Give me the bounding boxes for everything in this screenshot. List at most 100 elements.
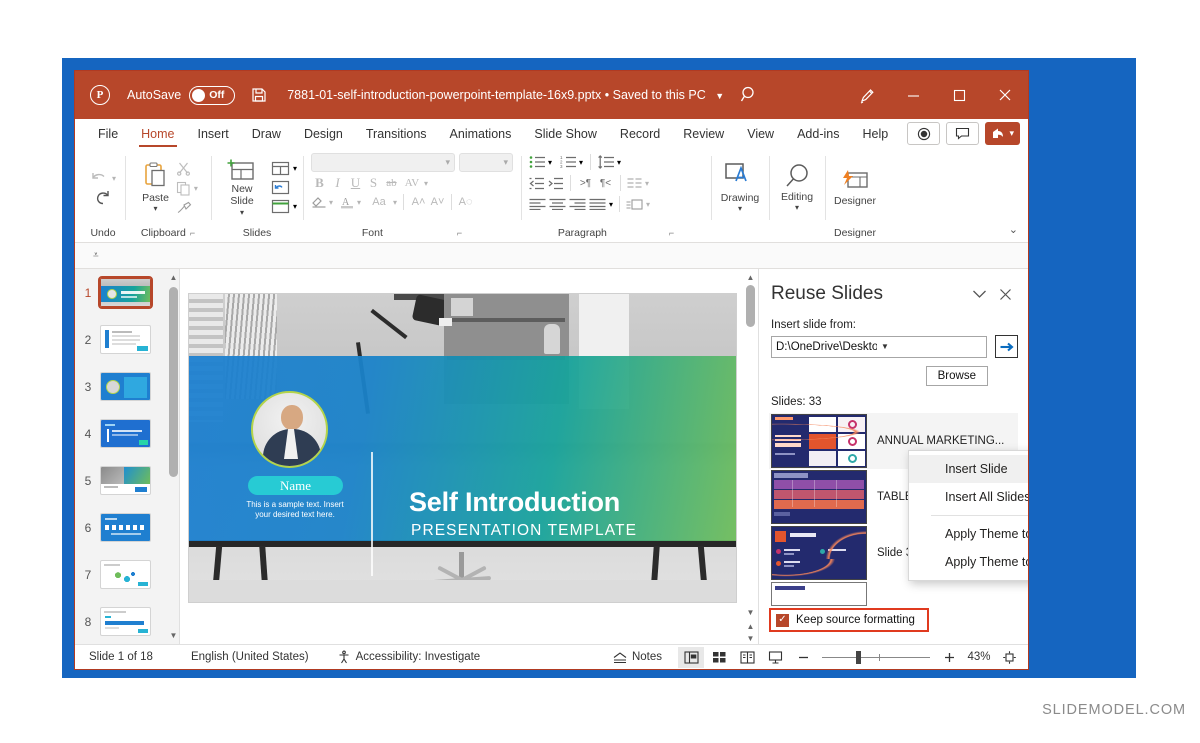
justify-button[interactable] [589, 198, 606, 210]
zoom-level[interactable]: 43% [964, 651, 994, 663]
decrease-indent-button[interactable] [529, 177, 545, 190]
redo-button[interactable] [94, 189, 113, 206]
previous-slide-icon[interactable]: ▲ [745, 622, 756, 632]
clipboard-dialog-launcher-icon[interactable]: ⌐ [190, 228, 195, 238]
layout-caret-icon[interactable]: ▾ [293, 164, 297, 173]
close-icon[interactable] [992, 281, 1018, 307]
thumbnail-item-4[interactable]: 4 [75, 410, 179, 457]
designer-button[interactable]: Designer [830, 167, 880, 209]
character-spacing-caret-icon[interactable]: ▾ [424, 179, 428, 188]
thumbnail-scrollbar[interactable]: ▲ ▼ [169, 273, 178, 640]
zoom-out-button[interactable] [790, 647, 816, 668]
scroll-up-arrow-icon[interactable]: ▲ [169, 273, 178, 282]
reuse-slide-item-4[interactable] [769, 581, 1018, 607]
tab-animations[interactable]: Animations [439, 124, 523, 144]
tab-record[interactable]: Record [609, 124, 671, 144]
tab-file[interactable]: File [87, 124, 129, 144]
zoom-slider-handle[interactable] [856, 650, 861, 664]
section-button[interactable]: ▾ [271, 199, 297, 214]
clear-formatting-button[interactable]: A◌ [457, 196, 474, 208]
comments-icon[interactable] [946, 122, 980, 145]
copy-caret-icon[interactable]: ▾ [194, 184, 198, 193]
tab-design[interactable]: Design [293, 124, 354, 144]
slideshow-button[interactable] [762, 647, 788, 668]
thumbnail-item-7[interactable]: 7 [75, 551, 179, 598]
paste-caret-icon[interactable]: ▾ [153, 204, 157, 213]
numbering-caret-icon[interactable]: ▾ [579, 158, 583, 167]
canvas-scrollbar-thumb[interactable] [746, 285, 755, 327]
context-menu-item-insert-all-slides[interactable]: Insert All Slides [909, 483, 1028, 511]
drawing-button[interactable]: Drawing ▾ [717, 160, 764, 215]
align-center-button[interactable] [549, 198, 566, 210]
minimize-button[interactable] [890, 71, 936, 119]
columns-button[interactable] [627, 177, 642, 189]
thumbnail-item-2[interactable]: 2 [75, 316, 179, 363]
maximize-button[interactable] [936, 71, 982, 119]
thumbnail-item-6[interactable]: 6 [75, 504, 179, 551]
columns-caret-icon[interactable]: ▾ [645, 179, 649, 188]
align-right-button[interactable] [569, 198, 586, 210]
zoom-in-button[interactable] [936, 647, 962, 668]
bullets-caret-icon[interactable]: ▾ [548, 158, 552, 167]
slide-editor-canvas[interactable]: Name This is a sample text. Insert your … [189, 294, 736, 602]
font-dialog-launcher-icon[interactable]: ⌐ [457, 228, 462, 238]
normal-view-button[interactable] [678, 646, 704, 668]
reset-button[interactable] [271, 180, 297, 195]
keep-source-formatting-checkbox[interactable]: ✓ Keep source formatting [769, 608, 929, 632]
slide-thumbnail-pane[interactable]: 1 2 3 4 5 6 7 8 ▲ ▼ [75, 269, 180, 644]
convert-smartart-button[interactable] [626, 198, 643, 211]
undo-button[interactable]: ▾ [90, 170, 116, 187]
tab-draw[interactable]: Draw [241, 124, 292, 144]
accessibility-status[interactable]: Accessibility: Investigate [337, 650, 480, 664]
paste-button[interactable]: Paste ▾ [138, 160, 173, 215]
new-slide-caret-icon[interactable]: ▾ [240, 208, 244, 217]
thumbnail-item-1[interactable]: 1 [75, 269, 179, 316]
notes-button[interactable]: Notes [613, 651, 662, 664]
copy-button[interactable]: ▾ [176, 181, 198, 196]
text-highlight-button[interactable] [311, 195, 327, 209]
cut-button[interactable] [176, 161, 198, 176]
slide-name-pill[interactable]: Name [248, 476, 343, 495]
increase-indent-button[interactable] [548, 177, 564, 190]
tab-view[interactable]: View [736, 124, 785, 144]
close-button[interactable] [982, 71, 1028, 119]
canvas-scroll-up-icon[interactable]: ▲ [745, 273, 756, 283]
thumbnail-item-8[interactable]: 8 [75, 598, 179, 644]
ribbon-options-icon[interactable]: ⩡ [93, 250, 99, 261]
change-case-caret-icon[interactable]: ▾ [393, 198, 397, 207]
tab-add-ins[interactable]: Add-ins [786, 124, 850, 144]
canvas-scroll-down-icon[interactable]: ▼ [745, 608, 756, 618]
tab-transitions[interactable]: Transitions [355, 124, 438, 144]
tab-help[interactable]: Help [851, 124, 899, 144]
tab-insert[interactable]: Insert [187, 124, 240, 144]
slide-indicator[interactable]: Slide 1 of 18 [89, 651, 153, 663]
text-shadow-button[interactable]: S [365, 175, 382, 191]
numbered-list-button[interactable]: 123 [560, 155, 577, 169]
ink-pen-icon[interactable] [844, 71, 890, 119]
search-icon[interactable] [740, 85, 759, 104]
context-menu-item-apply-theme-selected[interactable]: Apply Theme to Selected Slides [909, 548, 1028, 576]
path-dropdown-icon[interactable]: ▼ [881, 342, 982, 351]
strikethrough-button[interactable]: ab [383, 177, 400, 189]
editing-caret-icon[interactable]: ▾ [795, 203, 799, 212]
underline-button[interactable]: U [347, 175, 364, 191]
slide-title[interactable]: Self Introduction [409, 487, 620, 518]
context-menu-item-insert-slide[interactable]: Insert Slide [909, 455, 1028, 483]
paragraph-direction-button[interactable]: ¶< [597, 178, 614, 189]
scroll-down-arrow-icon[interactable]: ▼ [169, 631, 178, 640]
browse-button[interactable]: Browse [925, 366, 988, 386]
record-icon[interactable] [907, 122, 941, 145]
undo-caret-icon[interactable]: ▾ [112, 174, 116, 183]
bold-button[interactable]: B [311, 175, 328, 191]
autosave-toggle[interactable]: Off [189, 85, 236, 105]
bulleted-list-button[interactable] [529, 155, 546, 169]
slide-sorter-button[interactable] [706, 647, 732, 668]
decrease-font-size-button[interactable]: A˅ [429, 196, 446, 208]
tab-slide-show[interactable]: Slide Show [523, 124, 608, 144]
font-name-combobox[interactable]: ▾ [311, 153, 455, 172]
highlight-caret-icon[interactable]: ▾ [329, 198, 333, 207]
chevron-down-icon[interactable] [966, 281, 992, 307]
thumbnail-scrollbar-thumb[interactable] [169, 287, 178, 477]
context-menu-item-apply-theme-all[interactable]: Apply Theme to All Slides [909, 520, 1028, 548]
language-indicator[interactable]: English (United States) [191, 651, 309, 663]
